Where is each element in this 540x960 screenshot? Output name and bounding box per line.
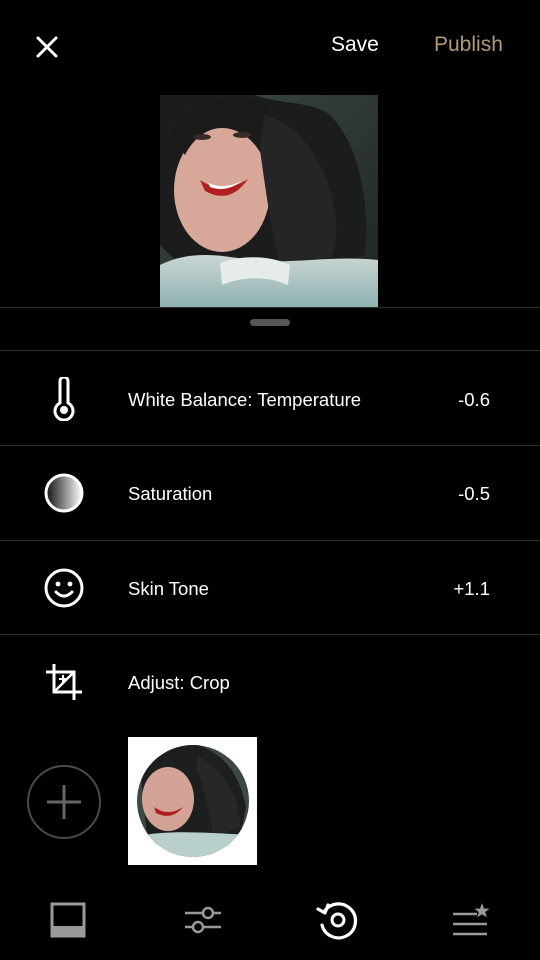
close-button[interactable] — [30, 30, 64, 64]
thermometer-icon — [40, 376, 88, 422]
smiley-icon — [40, 565, 88, 611]
sliders-icon — [185, 906, 221, 934]
edit-row-temperature[interactable]: White Balance: Temperature -0.6 — [0, 352, 540, 446]
tab-presets[interactable] — [40, 892, 96, 948]
top-bar: Save Publish — [0, 0, 540, 95]
presets-icon — [50, 902, 86, 938]
tab-history[interactable] — [310, 892, 366, 948]
edit-value: -0.6 — [458, 389, 490, 410]
edit-row-saturation[interactable]: Saturation -0.5 — [0, 446, 540, 540]
tab-recipes[interactable] — [443, 892, 499, 948]
edit-label: White Balance: Temperature — [128, 389, 362, 410]
photo-preview — [160, 95, 378, 307]
recipes-icon — [453, 903, 490, 936]
edit-label: Skin Tone — [128, 578, 209, 599]
plus-icon — [47, 785, 81, 819]
publish-button[interactable]: Publish — [434, 33, 503, 57]
edit-label: Saturation — [128, 483, 213, 504]
edit-row-skin-tone[interactable]: Skin Tone +1.1 — [0, 541, 540, 635]
edit-label: Adjust: Crop — [128, 672, 230, 693]
close-icon — [36, 36, 58, 58]
edit-value: +1.1 — [453, 578, 490, 599]
edit-value: -0.5 — [458, 483, 490, 504]
crop-icon — [40, 659, 88, 705]
save-button[interactable]: Save — [331, 33, 379, 57]
history-icon — [316, 902, 358, 940]
recipe-thumbnail[interactable] — [128, 737, 257, 865]
add-recipe-button[interactable] — [27, 765, 101, 839]
tab-tools[interactable] — [175, 892, 231, 948]
divider — [0, 350, 540, 351]
edit-row-crop[interactable]: Adjust: Crop — [0, 635, 540, 729]
saturation-icon — [40, 470, 88, 516]
drawer-handle[interactable] — [250, 319, 290, 326]
bottom-tab-bar — [0, 880, 540, 960]
divider — [0, 307, 540, 308]
